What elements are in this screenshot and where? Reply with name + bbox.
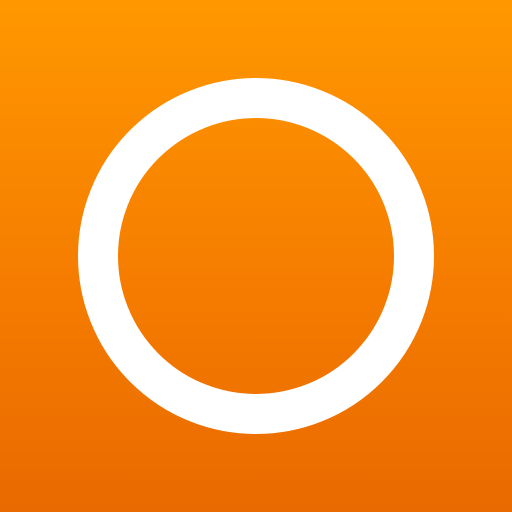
app-icon-background xyxy=(0,0,512,512)
ring-icon-circle xyxy=(78,78,434,434)
ring-icon xyxy=(78,78,434,434)
